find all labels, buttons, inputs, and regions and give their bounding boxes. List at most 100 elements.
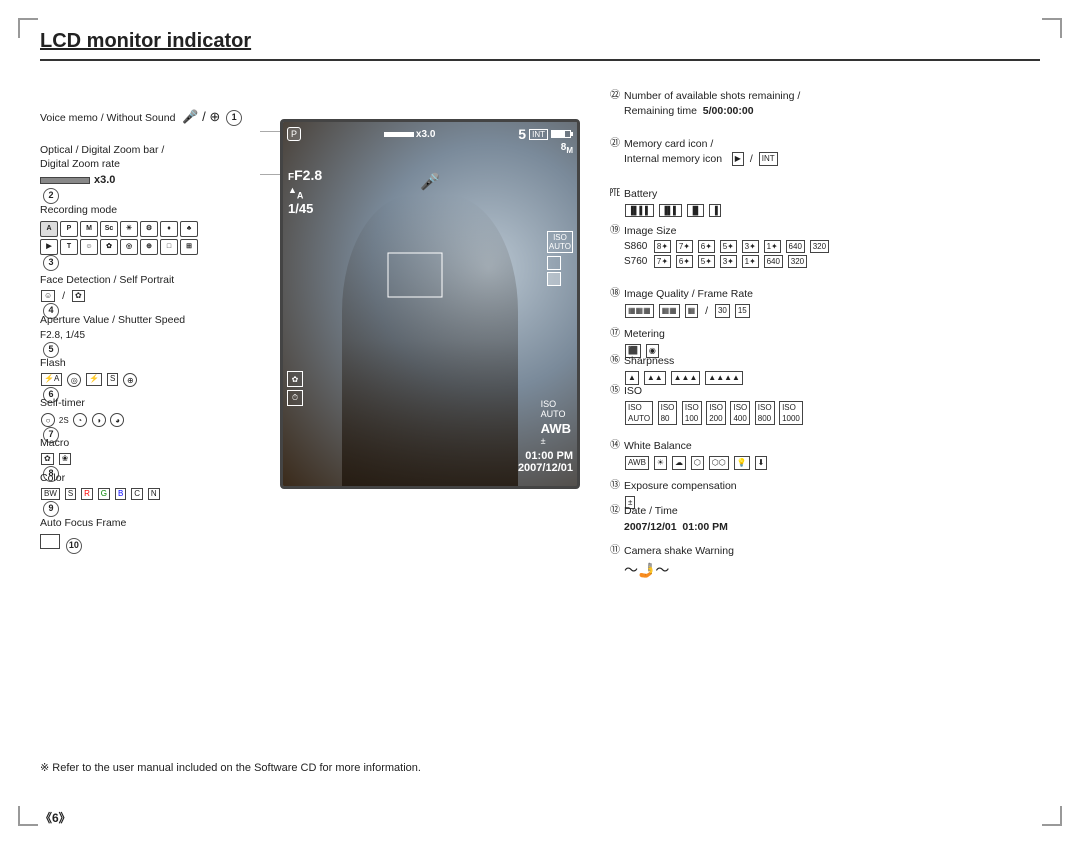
iso-200: ISO200: [706, 401, 726, 425]
label-num-16: ⑯: [610, 354, 620, 368]
datetime-label-text: Date / Time: [624, 504, 728, 519]
rec-icon-r8: ⊞: [180, 239, 198, 255]
lcd-megapixel: 8M: [561, 142, 573, 155]
rec-icon-r7: □: [160, 239, 178, 255]
rec-icon-r1: ▶: [40, 239, 58, 255]
wb-cloudy: ☁: [672, 456, 686, 469]
right-labels: ㉒ Number of available shots remaining / …: [610, 79, 890, 699]
timer-2s: 2S: [59, 415, 69, 424]
lcd-zoom-bar-fill: [384, 132, 414, 137]
zoom-rate: x3.0: [94, 173, 115, 187]
bat-full: ▐▌▌▌: [625, 204, 654, 217]
flash-icon-4: S: [107, 373, 118, 385]
color-icon-bw: BW: [41, 488, 60, 500]
s860-320: 320: [810, 240, 829, 253]
wb-fluor2: ⬡⬡: [709, 456, 729, 469]
flash-icon-5: ⊕: [123, 373, 137, 387]
mem-int-icon: INT: [759, 152, 778, 165]
face-icon: ☺: [41, 290, 55, 302]
face-detect-text: Face Detection / Self Portrait: [40, 274, 174, 286]
label-iso: ⑮ ISO ISOAUTO ISO80 ISO100 ISO200 ISO400…: [624, 384, 804, 425]
label-num-21: ㉑: [610, 137, 620, 151]
corner-bracket-br: [1042, 806, 1062, 826]
image-size-text: Image Size: [624, 224, 830, 239]
fps-30: 30: [715, 304, 730, 317]
exposure-text: Exposure compensation: [624, 479, 737, 494]
quality-icon-2: [547, 272, 561, 286]
lcd-datetime: 01:00 PM 2007/12/01: [518, 450, 573, 474]
page-number: 《6》: [40, 809, 71, 826]
label-num-17: ⑰: [610, 327, 620, 341]
label-zoom-text2: Digital Zoom rate: [40, 158, 164, 172]
label-num-15: ⑮: [610, 384, 620, 398]
iso-800: ISO800: [755, 401, 775, 425]
recording-mode-text: Recording mode: [40, 204, 198, 218]
lcd-right-top: 5 INT: [518, 126, 573, 142]
s760-640: 640: [764, 255, 783, 268]
label-sharpness: ⑯ Sharpness ▲ ▲▲ ▲▲▲ ▲▲▲▲: [624, 354, 744, 385]
rec-icon-r4: ✿: [100, 239, 118, 255]
internal-memory-text: Internal memory icon ▶ / INT: [624, 152, 779, 167]
color-icon-s: S: [65, 488, 76, 500]
corner-bracket-tl: [18, 18, 38, 38]
rec-icon-m: M: [80, 221, 98, 237]
camera-shake-text: Camera shake Warning: [624, 544, 734, 559]
rec-icon-c4: ♣: [180, 221, 198, 237]
sharp-3: ▲▲▲: [671, 371, 701, 384]
label-num-18: ⑱: [610, 287, 620, 301]
page-title: LCD monitor indicator: [40, 30, 1040, 61]
zoom-bar-area: x3.0: [40, 173, 164, 187]
label-image-quality: ⑱ Image Quality / Frame Rate ▦▦▦ ▦▦ ▦ / …: [624, 287, 753, 318]
label-white-balance: ⑭ White Balance AWB ☀ ☁ ⬡ ⬡⬡ 💡 ⬇: [624, 439, 768, 470]
lcd-battery: [551, 130, 573, 138]
label-shots-remaining: ㉒ Number of available shots remaining / …: [624, 89, 800, 118]
s760-7: 7✦: [654, 255, 671, 268]
image-size-s860: S860 8✦ 7✦ 6✦ 5✦ 3✦ 1✦ 640 320: [624, 240, 830, 254]
lcd-zoom-text: x3.0: [416, 129, 435, 140]
lcd-mode-area: P: [287, 127, 301, 141]
label-num-12: ⑫: [610, 504, 620, 518]
s860-640: 640: [786, 240, 805, 253]
lcd-date: 2007/12/01: [518, 462, 573, 474]
mem-card-icon: ▶: [732, 152, 744, 165]
voice-memo-icons: 🎤 / ⊕: [182, 109, 220, 124]
s860-8m: 8✦: [654, 240, 671, 253]
label-num-1: 1: [226, 110, 242, 126]
label-camera-shake: ⑪ Camera shake Warning 〜🤳〜: [624, 544, 734, 580]
image-quality-text: Image Quality / Frame Rate: [624, 287, 753, 302]
wb-text: White Balance: [624, 439, 768, 454]
iso-100: ISO100: [682, 401, 702, 425]
aperture-value: F2.8, 1/45: [40, 329, 185, 342]
color-icon-n: N: [148, 488, 160, 500]
macro-icons: ✿ ❀: [40, 453, 72, 467]
label-memory-card: ㉑ Memory card icon / Internal memory ico…: [624, 137, 779, 166]
af-frame-text: Auto Focus Frame: [40, 517, 126, 531]
macro-text: Macro: [40, 437, 72, 451]
lcd-frame: P x3.0 5 INT: [280, 119, 580, 489]
lcd-overlay: P x3.0 5 INT: [283, 122, 577, 486]
battery-icons: ▐▌▌▌ ▐▌▌ ▐▌ ▐: [624, 204, 722, 217]
rec-icon-p: P: [60, 221, 78, 237]
lcd-iso-label: ISOAUTO: [541, 399, 571, 419]
s760-5: 5✦: [698, 255, 715, 268]
lcd-top-bar: P x3.0 5 INT: [287, 126, 573, 142]
lcd-awb-area: ISOAUTO AWB ±: [541, 399, 571, 446]
rec-icon-r3: ☺: [80, 239, 98, 255]
metering-text: Metering: [624, 327, 665, 342]
bottom-note-text: ※ Refer to the user manual included on t…: [40, 762, 421, 774]
battery-text: Battery: [624, 187, 722, 202]
iso-values: ISOAUTO ISO80 ISO100 ISO200 ISO400 ISO80…: [624, 401, 804, 425]
flash-icon-1: ⚡A: [41, 373, 62, 385]
aperture-text: Aperture Value / Shutter Speed: [40, 314, 185, 328]
s860-5: 5✦: [720, 240, 737, 253]
label-af-frame: Auto Focus Frame 10: [40, 517, 126, 554]
wb-tungsten: 💡: [734, 456, 750, 469]
self-portrait-icon: ✿: [72, 290, 85, 302]
wb-sunny: ☀: [654, 456, 667, 469]
rec-icon-scene: Sc: [100, 221, 118, 237]
lcd-memory-icon: INT: [529, 129, 548, 140]
wb-icons: AWB ☀ ☁ ⬡ ⬡⬡ 💡 ⬇: [624, 456, 768, 471]
shake-icon: 〜🤳〜: [624, 562, 669, 578]
label-zoom: Optical / Digital Zoom bar / Digital Zoo…: [40, 144, 164, 204]
sharpness-text: Sharpness: [624, 354, 744, 369]
